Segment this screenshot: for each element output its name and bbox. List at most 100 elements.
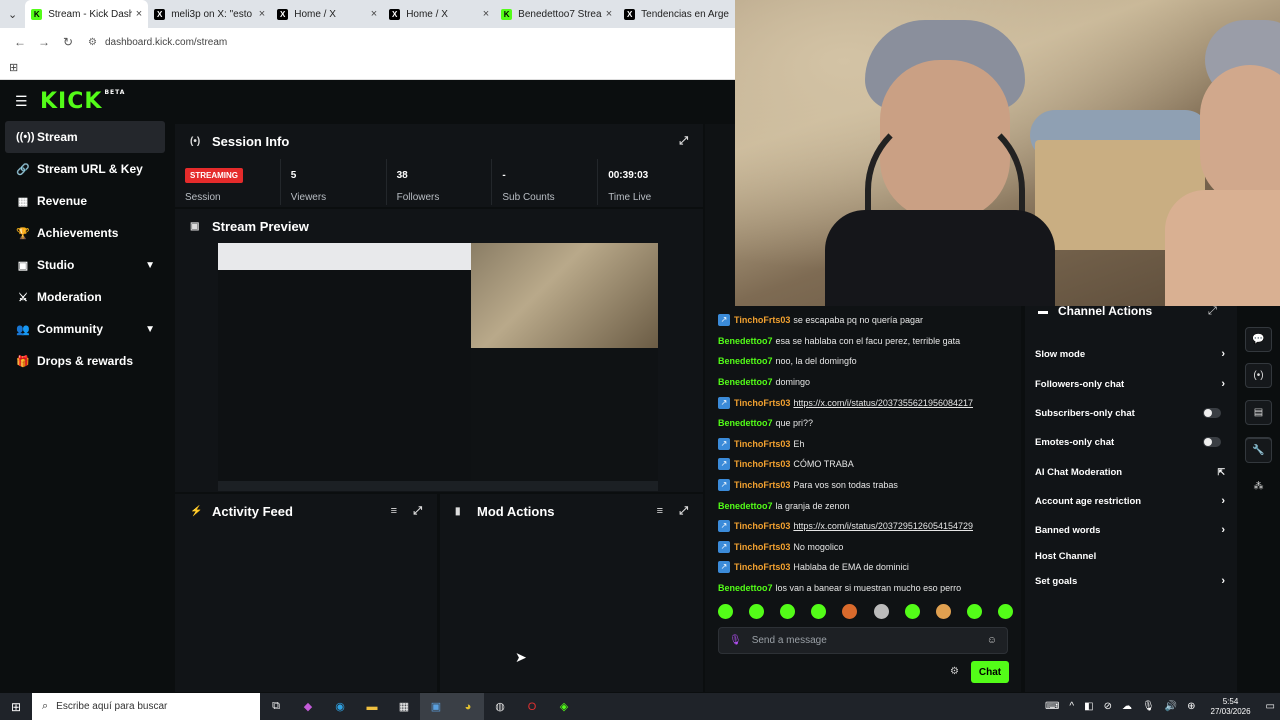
emote-icon[interactable] (873, 604, 889, 619)
emote-icon[interactable] (935, 604, 951, 619)
kick-app-icon[interactable]: ◈ (548, 693, 580, 720)
taskbar-clock[interactable]: 5:54 27/03/2026 (1211, 697, 1251, 717)
browser-tab-2[interactable]: X Home / X × (271, 0, 383, 28)
sidebar-item-community[interactable]: 👥 Community ▼ (0, 313, 170, 345)
file-explorer-icon[interactable]: ▬ (356, 693, 388, 720)
forward-icon[interactable]: → (32, 35, 56, 49)
network-icon[interactable]: ⊘ (1104, 701, 1112, 712)
url-field[interactable]: ⚙ dashboard.kick.com/stream (88, 37, 227, 48)
chat-username[interactable]: Benedettoo7 (718, 356, 773, 366)
sidebar-item-drops-rewards[interactable]: 🎁 Drops & rewards (0, 345, 170, 377)
popout-icon[interactable]: ⤢ (413, 505, 422, 518)
broadcast-icon[interactable]: (•) (1245, 363, 1272, 388)
sidebar-item-achievements[interactable]: 🏆 Achievements (0, 217, 170, 249)
chat-username[interactable]: TinchoFrts03 (734, 480, 790, 490)
tray-app-icon[interactable]: ◧ (1084, 701, 1093, 712)
popout-icon[interactable]: ⤢ (679, 505, 688, 518)
app-icon[interactable]: ▣ (420, 693, 452, 720)
close-icon[interactable]: × (606, 8, 612, 20)
menu-icon[interactable]: ☰ (15, 93, 28, 110)
action-set-goals[interactable]: Set goals › (1035, 572, 1225, 590)
close-icon[interactable]: × (136, 8, 142, 20)
sidebar-item-stream-url-key[interactable]: 🔗 Stream URL & Key (0, 153, 170, 185)
close-icon[interactable]: × (483, 8, 489, 20)
action-slow-mode[interactable]: Slow mode › (1035, 345, 1225, 363)
sidebar-item-studio[interactable]: ▣ Studio ▼ (0, 249, 170, 281)
chat-username[interactable]: TinchoFrts03 (734, 562, 790, 572)
windows-start-icon[interactable]: ⊞ (0, 700, 32, 714)
edge-icon[interactable]: ◉ (324, 693, 356, 720)
chat-message-input[interactable]: 🎙 Send a message ☺ (718, 627, 1008, 654)
emote-icon[interactable] (842, 604, 858, 619)
back-icon[interactable]: ← (8, 35, 32, 49)
tools-icon[interactable]: 🔧 (1245, 438, 1272, 463)
emote-icon[interactable] (718, 604, 733, 619)
close-icon[interactable]: × (371, 8, 377, 20)
keyboard-icon[interactable]: ⌨ (1045, 701, 1059, 712)
store-icon[interactable]: ▦ (388, 693, 420, 720)
stream-preview-video[interactable] (218, 243, 658, 491)
chat-username[interactable]: Benedettoo7 (718, 377, 773, 387)
tab-search-icon[interactable]: ⌄ (0, 8, 25, 21)
apps-grid-icon[interactable]: ⊞ (9, 61, 18, 74)
emote-icon[interactable] (904, 604, 920, 619)
browser-tab-0[interactable]: K Stream - Kick Dashbo × (25, 0, 149, 28)
action-emotes-only[interactable]: Emotes-only chat (1035, 433, 1225, 451)
kick-logo[interactable]: KICK BETA (40, 89, 125, 114)
chat-username[interactable]: Benedettoo7 (718, 583, 773, 593)
sidebar-item-moderation[interactable]: ⚔ Moderation (0, 281, 170, 313)
action-subscribers-only[interactable]: Subscribers-only chat (1035, 404, 1225, 422)
sidebar-item-revenue[interactable]: ▦ Revenue (0, 185, 170, 217)
chat-username[interactable]: Benedettoo7 (718, 418, 773, 428)
opera-icon[interactable]: O (516, 693, 548, 720)
subscribers-only-toggle[interactable] (1203, 408, 1221, 418)
community-icon[interactable]: ⁂ (1245, 475, 1272, 500)
emote-icon[interactable] (749, 604, 765, 619)
notification-icon[interactable]: ▭ (1266, 701, 1275, 712)
emoji-icon[interactable]: ☺ (987, 635, 997, 646)
sync-icon[interactable]: ☁ (1122, 701, 1132, 712)
obs-icon[interactable]: ◍ (484, 693, 516, 720)
language-icon[interactable]: ⊕ (1187, 701, 1195, 712)
emote-icon[interactable] (780, 604, 796, 619)
emote-icon[interactable] (966, 604, 982, 619)
task-view-icon[interactable]: ⧉ (260, 693, 292, 720)
chat-username[interactable]: TinchoFrts03 (734, 542, 790, 552)
browser-tab-3[interactable]: X Home / X × (383, 0, 495, 28)
send-chat-button[interactable]: Chat (971, 661, 1009, 683)
emotes-only-toggle[interactable] (1203, 437, 1221, 447)
action-ai-moderation[interactable]: AI Chat Moderation ⇱ (1035, 463, 1225, 481)
sidebar-item-stream[interactable]: ((•)) Stream (5, 121, 165, 153)
chat-username[interactable]: Benedettoo7 (718, 336, 773, 346)
gear-icon[interactable]: ⚙ (950, 666, 959, 677)
chat-username[interactable]: TinchoFrts03 (734, 398, 790, 408)
chat-username[interactable]: TinchoFrts03 (734, 459, 790, 469)
popout-icon[interactable]: ⤢ (679, 135, 688, 148)
filter-icon[interactable]: ≡ (657, 505, 663, 517)
action-banned-words[interactable]: Banned words › (1035, 521, 1225, 539)
filter-icon[interactable]: ≡ (391, 505, 397, 517)
reload-icon[interactable]: ↻ (56, 35, 80, 49)
session-icon[interactable]: ▤ (1245, 400, 1272, 425)
chat-username[interactable]: TinchoFrts03 (734, 315, 790, 325)
site-info-icon[interactable]: ⚙ (88, 37, 97, 48)
chrome-icon[interactable]: ◕ (452, 693, 484, 720)
chat-bubble-icon[interactable]: 💬 (1245, 327, 1272, 352)
browser-tab-1[interactable]: X meli3p on X: "esto e × (148, 0, 271, 28)
action-followers-only[interactable]: Followers-only chat › (1035, 375, 1225, 393)
browser-tab-4[interactable]: K Benedettoo7 Stream × (495, 0, 618, 28)
microphone-icon[interactable]: 🎙 (729, 635, 742, 646)
emote-icon[interactable] (811, 604, 827, 619)
volume-icon[interactable]: 🔊 (1165, 701, 1177, 712)
close-icon[interactable]: × (259, 8, 265, 20)
microphone-icon[interactable]: 🎙 (1142, 701, 1155, 712)
emote-icon[interactable] (997, 604, 1013, 619)
chat-username[interactable]: Benedettoo7 (718, 501, 773, 511)
copilot-icon[interactable]: ◆ (292, 693, 324, 720)
taskbar-search[interactable]: ⌕ Escribe aquí para buscar (32, 693, 260, 720)
action-account-age[interactable]: Account age restriction › (1035, 492, 1225, 510)
action-host-channel[interactable]: Host Channel (1035, 547, 1225, 565)
popout-icon[interactable]: ⤢ (1208, 305, 1217, 318)
browser-tab-5[interactable]: X Tendencias en Arge (618, 0, 735, 28)
chat-username[interactable]: TinchoFrts03 (734, 521, 790, 531)
